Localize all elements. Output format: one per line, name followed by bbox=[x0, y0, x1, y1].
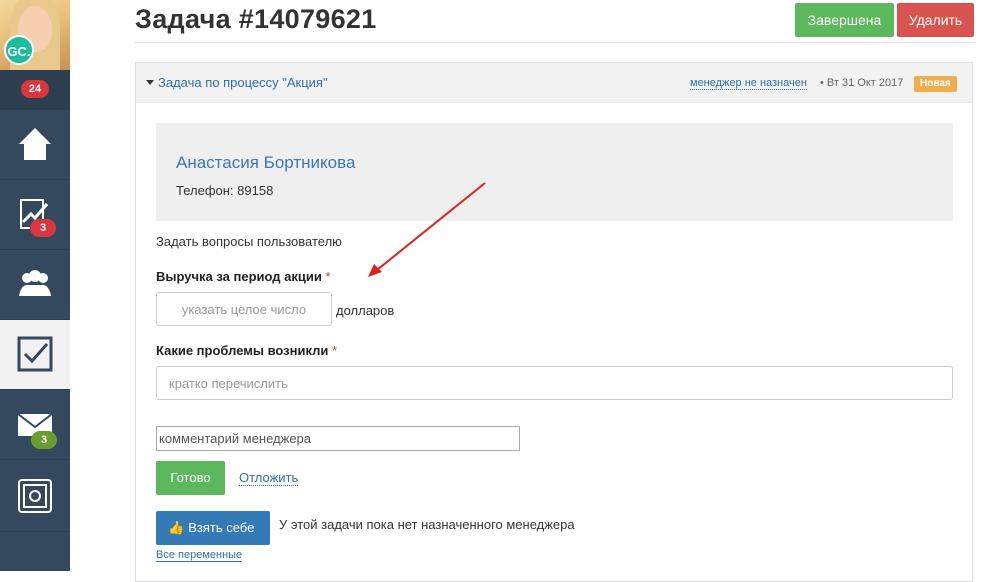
safe-icon bbox=[18, 479, 52, 513]
complete-button[interactable]: Завершена bbox=[795, 3, 894, 37]
problems-label: Какие проблемы возникли * bbox=[156, 343, 337, 358]
users-icon bbox=[19, 270, 51, 296]
sidebar: GC. 24 3 3 bbox=[0, 0, 70, 571]
home-icon bbox=[19, 128, 51, 160]
task-panel-header: Задача по процессу "Акция" менеджер не н… bbox=[136, 63, 972, 103]
take-task-label: Взять себе bbox=[188, 520, 255, 535]
postpone-link[interactable]: Отложить bbox=[239, 470, 299, 486]
sidebar-item-reports[interactable]: 3 bbox=[0, 180, 70, 250]
reports-count-badge: 3 bbox=[30, 219, 56, 237]
sidebar-item-users[interactable] bbox=[0, 250, 70, 320]
revenue-input[interactable] bbox=[156, 292, 332, 326]
avatar[interactable]: GC. bbox=[0, 0, 70, 70]
task-date: • Вт 31 Окт 2017 bbox=[820, 77, 904, 89]
checkbox-icon bbox=[17, 336, 53, 372]
company-initials-badge: GC. bbox=[4, 35, 34, 65]
revenue-label-text: Выручка за период акции bbox=[156, 269, 322, 284]
problems-input[interactable] bbox=[156, 366, 953, 400]
revenue-unit: долларов bbox=[336, 303, 395, 318]
no-manager-text: У этой задачи пока нет назначенного мене… bbox=[279, 517, 575, 532]
manager-link[interactable]: менеджер не назначен bbox=[690, 77, 807, 90]
ready-button[interactable]: Готово bbox=[156, 461, 225, 495]
sidebar-item-safe[interactable] bbox=[0, 462, 70, 532]
sidebar-item-messages[interactable]: 3 bbox=[0, 390, 70, 460]
revenue-label: Выручка за период акции * bbox=[156, 269, 331, 284]
page-title: Задача #14079621 bbox=[135, 4, 377, 34]
task-panel: Задача по процессу "Акция" менеджер не н… bbox=[135, 62, 973, 582]
take-task-button[interactable]: 👍 Взять себе bbox=[156, 511, 270, 545]
annotation-arrow bbox=[368, 182, 486, 277]
problems-label-text: Какие проблемы возникли bbox=[156, 343, 329, 358]
messages-count-badge: 3 bbox=[31, 431, 57, 449]
required-mark: * bbox=[325, 269, 331, 284]
process-link[interactable]: Задача по процессу "Акция" bbox=[158, 75, 328, 90]
contact-name-link[interactable]: Анастасия Бортникова bbox=[176, 153, 355, 173]
manager-comment-input[interactable] bbox=[156, 426, 520, 451]
required-mark: * bbox=[332, 343, 338, 358]
sidebar-item-home[interactable] bbox=[0, 110, 70, 180]
caret-down-icon[interactable] bbox=[146, 80, 154, 85]
contact-phone: Телефон: 89158 bbox=[176, 183, 274, 198]
sidebar-item-tasks[interactable] bbox=[0, 320, 70, 390]
contact-card: Анастасия Бортникова Телефон: 89158 bbox=[156, 123, 953, 221]
all-variables-link[interactable]: Все переменные bbox=[156, 549, 243, 562]
notification-row: 24 bbox=[0, 70, 70, 110]
notification-count-badge[interactable]: 24 bbox=[21, 80, 49, 98]
header-divider bbox=[135, 42, 975, 43]
status-badge: Новая bbox=[914, 76, 957, 92]
thumbs-up-icon: 👍 bbox=[168, 520, 185, 535]
ask-questions-text: Задать вопросы пользователю bbox=[156, 234, 342, 249]
delete-button[interactable]: Удалить bbox=[897, 3, 974, 37]
